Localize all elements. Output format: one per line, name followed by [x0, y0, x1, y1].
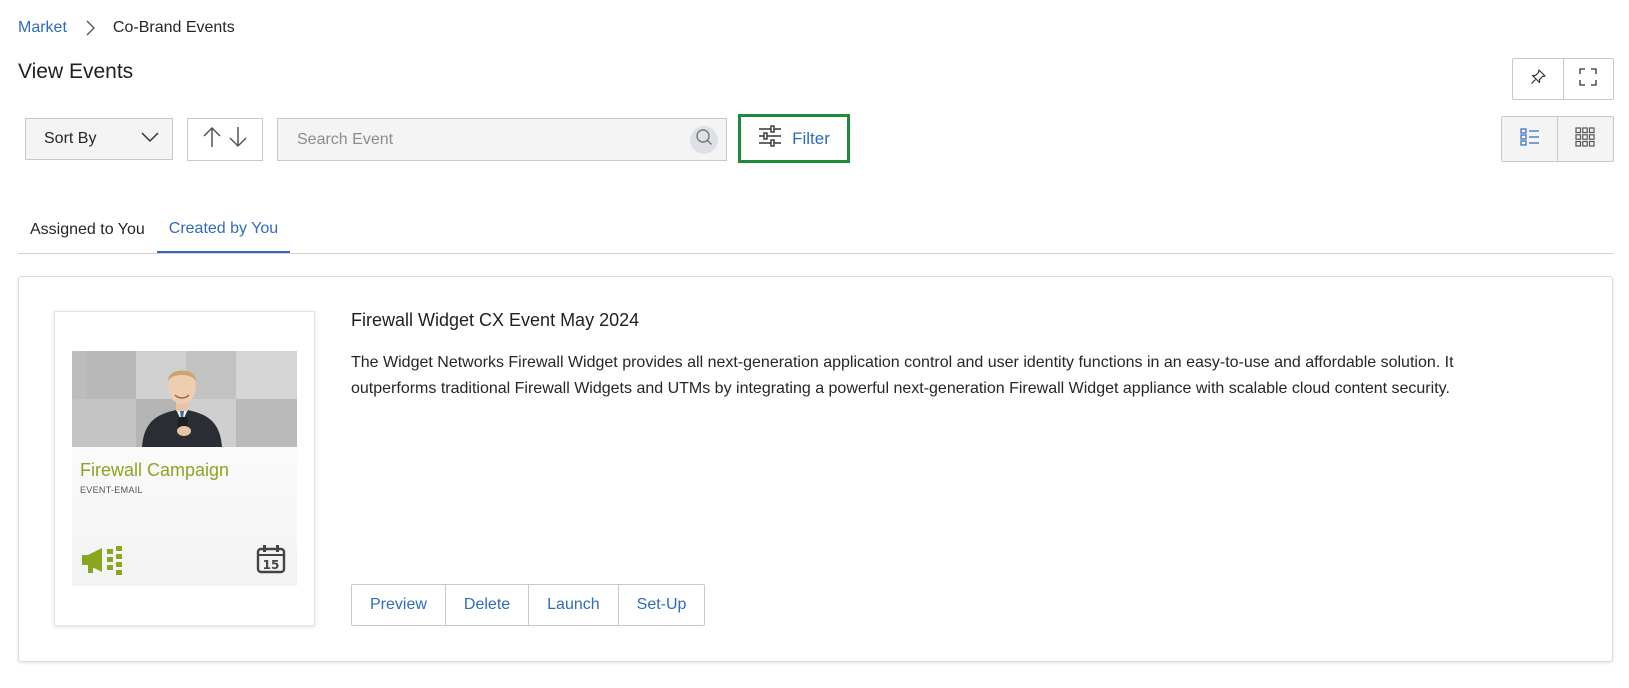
sort-up-icon: [201, 125, 223, 154]
filter-sliders-icon: [758, 125, 782, 152]
event-description: The Widget Networks Firewall Widget prov…: [351, 354, 1454, 397]
set-up-button[interactable]: Set-Up: [617, 585, 705, 625]
campaign-title: Firewall Campaign: [80, 460, 230, 480]
megaphone-icon: [80, 545, 124, 580]
page-actions: [1512, 58, 1614, 100]
fullscreen-icon: [1579, 67, 1598, 91]
delete-button[interactable]: Delete: [444, 585, 528, 625]
launch-button[interactable]: Launch: [528, 585, 618, 625]
calendar-day: 15: [263, 558, 280, 572]
sort-order-toggle[interactable]: [187, 118, 263, 161]
view-toggle: [1501, 116, 1614, 162]
filter-label: Filter: [792, 128, 830, 148]
sort-by-select[interactable]: Sort By: [25, 118, 173, 160]
chevron-down-icon: [140, 130, 160, 148]
calendar-icon: 15: [256, 544, 286, 579]
chevron-right-icon: [75, 18, 105, 38]
grid-view-button[interactable]: [1557, 117, 1612, 161]
event-title[interactable]: Firewall Widget CX Event May 2024: [351, 310, 639, 331]
campaign-type: EVENT-EMAIL: [80, 485, 143, 495]
preview-button[interactable]: Preview: [352, 585, 445, 625]
breadcrumb-market-link[interactable]: Market: [18, 19, 67, 37]
fullscreen-button[interactable]: [1562, 59, 1613, 99]
list-view-icon: [1519, 127, 1540, 151]
search-input[interactable]: [295, 129, 690, 150]
breadcrumb: Market Co-Brand Events: [18, 17, 235, 39]
tab-assigned-to-you[interactable]: Assigned to You: [18, 206, 157, 253]
search-button[interactable]: [690, 125, 718, 154]
list-view-button[interactable]: [1502, 117, 1557, 161]
sort-by-label: Sort By: [44, 130, 97, 147]
campaign-photo: [72, 351, 297, 447]
search-field: [277, 118, 727, 161]
search-icon: [695, 128, 713, 151]
sort-down-icon: [227, 125, 249, 154]
breadcrumb-current: Co-Brand Events: [112, 19, 235, 36]
event-tabs: Assigned to You Created by You: [18, 206, 1613, 254]
event-actions: Preview Delete Launch Set-Up: [351, 584, 706, 626]
pin-button[interactable]: [1513, 59, 1563, 99]
page-title: View Events: [18, 60, 134, 83]
pin-icon: [1529, 68, 1547, 91]
event-thumbnail: Firewall Campaign EVENT-EMAIL 15: [72, 351, 297, 586]
tab-created-by-you[interactable]: Created by You: [156, 206, 291, 253]
grid-view-icon: [1575, 126, 1595, 152]
filter-button[interactable]: Filter: [738, 114, 850, 163]
